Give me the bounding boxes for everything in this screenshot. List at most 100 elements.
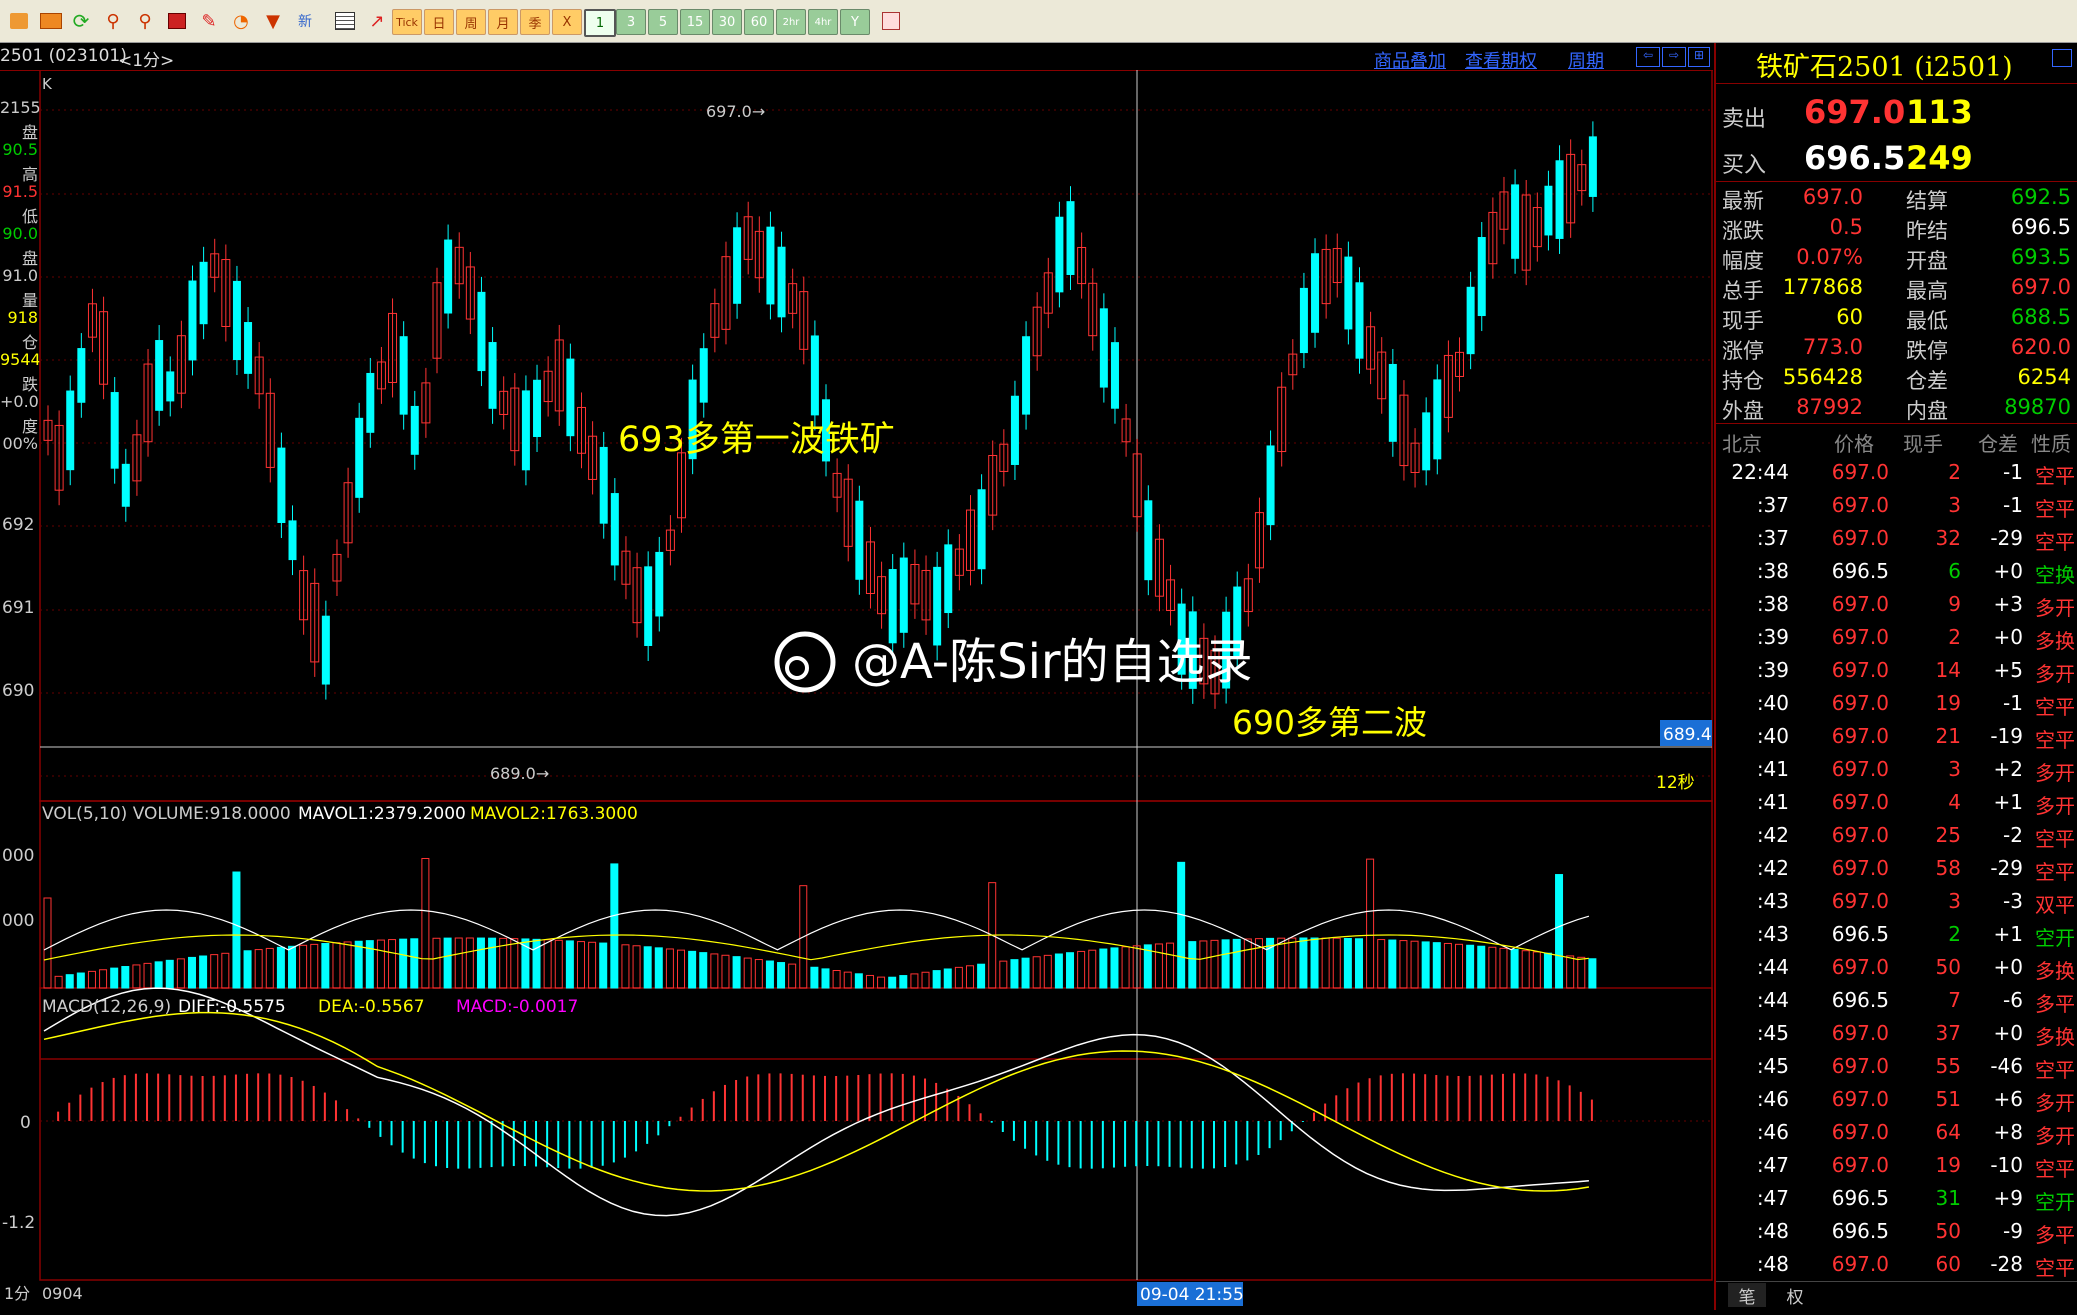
tick-button[interactable]: Tick [392, 9, 422, 35]
stat-label-1: 持仓 [1722, 369, 1764, 393]
candle-body [199, 261, 208, 325]
volume-bar [199, 955, 208, 989]
year-button[interactable]: Y [840, 9, 870, 35]
pie-icon[interactable]: ◔ [228, 8, 254, 34]
tick-volume: 31 [1935, 1186, 1961, 1210]
season-button[interactable]: 季 [520, 9, 550, 35]
candle-body [1511, 184, 1520, 259]
stat-value-2: 692.5 [2010, 185, 2071, 209]
arrow-left-icon[interactable]: ⇦ [1636, 47, 1660, 67]
x-button[interactable]: X [552, 9, 582, 35]
stat-row: 现手 60 最低 688.5 [1716, 303, 2077, 333]
min1-button[interactable]: 1 [584, 9, 616, 37]
volume-bar [699, 952, 708, 989]
tick-row: :40 697.0 21 -19 空平 [1716, 720, 2077, 753]
tick-oi-change: -28 [1990, 1252, 2023, 1276]
stat-value-2: 688.5 [2010, 305, 2071, 329]
hr4-button[interactable]: 4hr [808, 9, 838, 35]
tick-price: 697.0 [1831, 757, 1889, 781]
tick-volume: 58 [1935, 856, 1961, 880]
arrow-right-icon[interactable]: ⇨ [1662, 47, 1686, 67]
tick-oi-change: +2 [1993, 757, 2023, 781]
stat-row: 外盘 87992 内盘 89870 [1716, 393, 2077, 423]
tick-price: 697.0 [1831, 1153, 1889, 1177]
tick-list[interactable]: 22:44 697.0 2 -1 空平:37 697.0 3 -1 空平:37 697.0 32 -2… [1716, 456, 2077, 1286]
day-button[interactable]: 日 [424, 9, 454, 35]
tick-price: 697.0 [1831, 460, 1889, 484]
tick-price: 697.0 [1831, 1021, 1889, 1045]
tab-rights[interactable]: 权 [1776, 1283, 1814, 1308]
tick-volume: 50 [1935, 955, 1961, 979]
trend-icon[interactable]: ↗ [364, 8, 390, 34]
tick-oi-change: -6 [2003, 988, 2023, 1012]
tick-price: 697.0 [1831, 1087, 1889, 1111]
candle-body [188, 280, 197, 361]
tab-trades[interactable]: 笔 [1728, 1283, 1766, 1308]
tick-time: :44 [1756, 955, 1789, 979]
candle-body [855, 500, 864, 580]
kline-chart[interactable]: K 692 691 690 697.0→ 689.0→ 693多第一波铁矿 69… [0, 70, 1713, 1310]
candle-body [1344, 256, 1353, 330]
tick-oi-change: -29 [1990, 856, 2023, 880]
hr4-label: 4hr [814, 16, 832, 28]
new-icon[interactable]: 新 [292, 8, 318, 34]
window-icon[interactable] [164, 8, 190, 34]
stat-row: 总手 177868 最高 697.0 [1716, 273, 2077, 303]
volume-bar [1466, 944, 1475, 989]
report-icon[interactable] [38, 8, 64, 34]
tick-oi-change: -46 [1990, 1054, 2023, 1078]
zoom-in-icon[interactable]: ⚲ [100, 8, 126, 34]
table-icon[interactable] [332, 8, 358, 34]
tick-time: :40 [1756, 691, 1789, 715]
min30-button[interactable]: 30 [712, 9, 742, 35]
refresh-icon[interactable]: ⟳ [68, 8, 94, 34]
min15-button[interactable]: 15 [680, 9, 710, 35]
candle-body [766, 226, 775, 305]
volume-bar [576, 941, 585, 989]
expand-icon[interactable] [2052, 49, 2072, 67]
funnel-icon[interactable]: ▼ [260, 8, 286, 34]
volume-bar [977, 963, 986, 989]
tick-type: 空平 [2035, 1256, 2075, 1280]
price-tick-690: 690 [2, 681, 34, 701]
tick-row: :48 697.0 60 -28 空平 [1716, 1248, 2077, 1281]
week-button[interactable]: 周 [456, 9, 486, 35]
min1-label: 1 [595, 15, 605, 31]
tick-oi-change: +8 [1993, 1120, 2023, 1144]
volume-bar [665, 948, 674, 989]
tick-price: 697.0 [1831, 658, 1889, 682]
layout-icon[interactable]: ⊞ [1688, 47, 1710, 67]
min3-label: 3 [626, 14, 636, 30]
tick-volume: 25 [1935, 823, 1961, 847]
month-button[interactable]: 月 [488, 9, 518, 35]
candle-body [810, 335, 819, 416]
tick-time: :37 [1756, 493, 1789, 517]
chart-icon[interactable] [6, 8, 32, 34]
candle-body [277, 447, 286, 523]
candle-body [1099, 308, 1108, 388]
tick-row: :46 697.0 51 +6 多开 [1716, 1083, 2077, 1116]
candle-body [1555, 160, 1564, 239]
hr2-button[interactable]: 2hr [776, 9, 806, 35]
bottom-date: 0904 [42, 1284, 83, 1303]
pen-icon[interactable]: ✎ [196, 8, 222, 34]
tick-price: 697.0 [1831, 790, 1889, 814]
volume-bar [999, 960, 1008, 989]
tick-time: :42 [1756, 823, 1789, 847]
min60-button[interactable]: 60 [744, 9, 774, 35]
tick-row: :38 697.0 9 +3 多开 [1716, 588, 2077, 621]
min5-button[interactable]: 5 [648, 9, 678, 35]
zoom-out-icon[interactable]: ⚲ [132, 8, 158, 34]
tick-volume: 55 [1935, 1054, 1961, 1078]
stat-value-2: 697.0 [2010, 275, 2071, 299]
volume-bar [476, 937, 485, 989]
candle-body [1010, 395, 1019, 465]
bid-price: 696.5 [1804, 139, 1906, 177]
volume-bar [877, 976, 886, 989]
tick-oi-change: +9 [1993, 1186, 2023, 1210]
candle-body [166, 371, 175, 402]
calculator-icon[interactable] [878, 8, 904, 34]
contract-code: 2501 (023101) [0, 46, 127, 66]
min3-button[interactable]: 3 [616, 9, 646, 35]
tick-time: :38 [1756, 592, 1789, 616]
